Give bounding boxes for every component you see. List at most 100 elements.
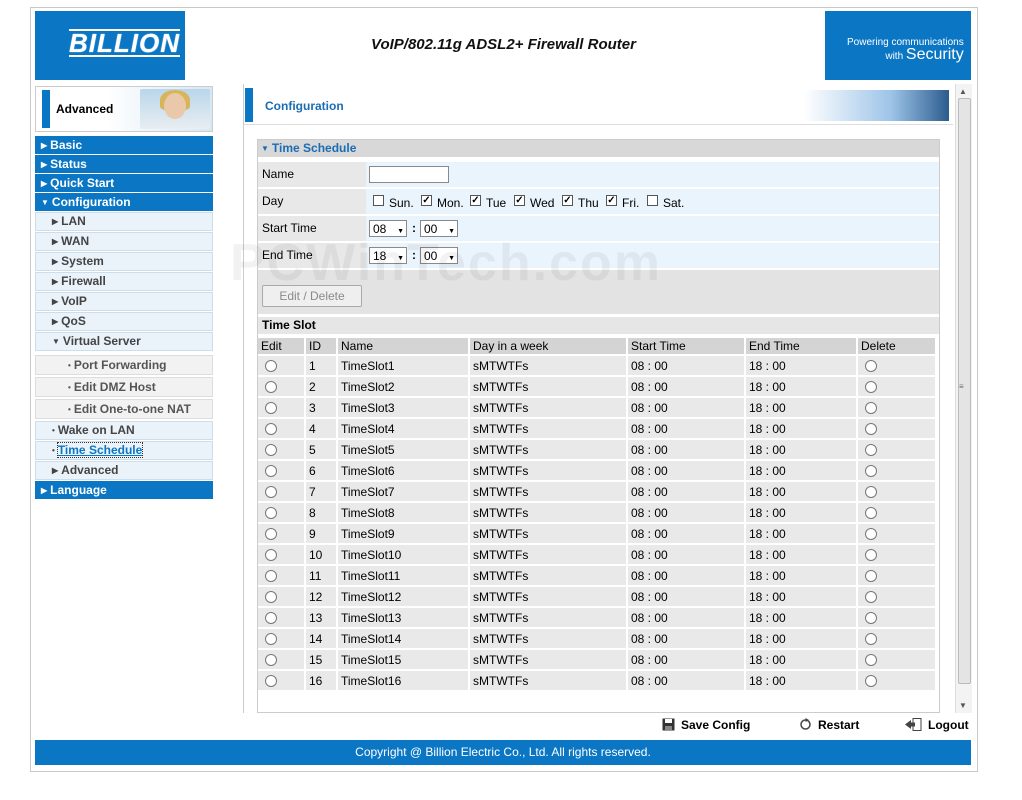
triangle-right-icon: ▶ bbox=[52, 237, 59, 246]
cell-start-time: 08 : 00 bbox=[628, 545, 744, 564]
delete-radio[interactable] bbox=[865, 633, 877, 646]
delete-radio[interactable] bbox=[865, 675, 877, 688]
cell-edit bbox=[258, 545, 304, 564]
edit-radio[interactable] bbox=[265, 591, 277, 604]
edit-radio[interactable] bbox=[265, 612, 277, 625]
scroll-down-icon[interactable]: ▼ bbox=[959, 701, 967, 710]
edit-radio[interactable] bbox=[265, 444, 277, 457]
edit-radio[interactable] bbox=[265, 675, 277, 688]
name-input[interactable] bbox=[369, 166, 449, 183]
cell-edit bbox=[258, 671, 304, 690]
edit-radio[interactable] bbox=[265, 360, 277, 373]
triangle-right-icon: ▶ bbox=[41, 486, 48, 495]
day-fri-label: Fri. bbox=[622, 196, 640, 210]
sidebar-item-firewall[interactable]: ▶ Firewall bbox=[35, 272, 213, 291]
cell-days: sMTWTFs bbox=[470, 524, 626, 543]
cell-edit bbox=[258, 629, 304, 648]
sidebar-item-time-schedule[interactable]: • Time Schedule bbox=[35, 441, 213, 460]
edit-radio[interactable] bbox=[265, 549, 277, 562]
cell-edit bbox=[258, 587, 304, 606]
scrollbar-thumb[interactable] bbox=[958, 98, 971, 684]
delete-radio[interactable] bbox=[865, 528, 877, 541]
vertical-scrollbar[interactable]: ▲ ≡ ▼ bbox=[955, 84, 972, 713]
restart-icon bbox=[800, 718, 811, 730]
start-minute-select[interactable]: 00 ▼ bbox=[420, 220, 458, 237]
cell-delete bbox=[858, 461, 935, 480]
cell-name: TimeSlot9 bbox=[338, 524, 468, 543]
sidebar-item-status[interactable]: ▶ Status bbox=[35, 155, 213, 173]
scroll-up-icon[interactable]: ▲ bbox=[959, 87, 967, 96]
edit-radio[interactable] bbox=[265, 528, 277, 541]
checkbox-sat[interactable] bbox=[647, 195, 658, 206]
delete-radio[interactable] bbox=[865, 612, 877, 625]
cell-delete bbox=[858, 545, 935, 564]
delete-radio[interactable] bbox=[865, 444, 877, 457]
cell-name: TimeSlot5 bbox=[338, 440, 468, 459]
edit-radio[interactable] bbox=[265, 402, 277, 415]
cell-delete bbox=[858, 356, 935, 375]
sidebar-item-language[interactable]: ▶ Language bbox=[35, 481, 213, 499]
restart-button[interactable]: Restart bbox=[799, 718, 859, 732]
end-hour-select[interactable]: 18 ▼ bbox=[369, 247, 407, 264]
cell-days: sMTWTFs bbox=[470, 545, 626, 564]
delete-radio[interactable] bbox=[865, 507, 877, 520]
checkbox-tue[interactable]: ✓ bbox=[470, 195, 481, 206]
time-schedule-link[interactable]: Time Schedule bbox=[56, 442, 144, 458]
cell-start-time: 08 : 00 bbox=[628, 608, 744, 627]
sidebar-item-basic[interactable]: ▶ Basic bbox=[35, 136, 213, 154]
sidebar: Advanced ▶ Basic ▶ Status ▶ Quick Start ▼ Co… bbox=[35, 86, 213, 499]
save-config-button[interactable]: Save Config bbox=[662, 718, 750, 732]
delete-radio[interactable] bbox=[865, 402, 877, 415]
cell-end-time: 18 : 00 bbox=[746, 608, 856, 627]
logout-door-icon bbox=[905, 718, 922, 731]
sidebar-item-port-forwarding[interactable]: • Port Forwarding bbox=[35, 355, 213, 375]
cell-days: sMTWTFs bbox=[470, 419, 626, 438]
delete-radio[interactable] bbox=[865, 423, 877, 436]
delete-radio[interactable] bbox=[865, 381, 877, 394]
table-row: 13 TimeSlot13 sMTWTFs 08 : 00 18 : 00 bbox=[258, 608, 935, 627]
sidebar-item-edit-one-to-one-nat[interactable]: • Edit One-to-one NAT bbox=[35, 399, 213, 419]
delete-radio[interactable] bbox=[865, 465, 877, 478]
start-hour-select[interactable]: 08 ▼ bbox=[369, 220, 407, 237]
edit-radio[interactable] bbox=[265, 381, 277, 394]
cell-delete bbox=[858, 629, 935, 648]
checkbox-wed[interactable]: ✓ bbox=[514, 195, 525, 206]
sidebar-item-wan[interactable]: ▶ WAN bbox=[35, 232, 213, 251]
sidebar-item-wake-on-lan[interactable]: • Wake on LAN bbox=[35, 421, 213, 440]
delete-radio[interactable] bbox=[865, 486, 877, 499]
edit-radio[interactable] bbox=[265, 486, 277, 499]
delete-radio[interactable] bbox=[865, 570, 877, 583]
delete-radio[interactable] bbox=[865, 549, 877, 562]
sidebar-item-lan[interactable]: ▶ LAN bbox=[35, 212, 213, 231]
configuration-header: Configuration bbox=[244, 84, 953, 125]
delete-radio[interactable] bbox=[865, 591, 877, 604]
edit-radio[interactable] bbox=[265, 570, 277, 583]
checkbox-mon[interactable]: ✓ bbox=[421, 195, 432, 206]
edit-radio[interactable] bbox=[265, 507, 277, 520]
triangle-right-icon: ▶ bbox=[41, 160, 48, 169]
sidebar-item-configuration[interactable]: ▼ Configuration bbox=[35, 193, 213, 211]
edit-delete-button[interactable]: Edit / Delete bbox=[262, 285, 362, 307]
cell-id: 1 bbox=[306, 356, 336, 375]
edit-radio[interactable] bbox=[265, 633, 277, 646]
sidebar-item-quick-start[interactable]: ▶ Quick Start bbox=[35, 174, 213, 192]
sidebar-item-virtual-server[interactable]: ▼ Virtual Server bbox=[35, 332, 213, 351]
cell-id: 14 bbox=[306, 629, 336, 648]
cell-start-time: 08 : 00 bbox=[628, 671, 744, 690]
logout-button[interactable]: Logout bbox=[905, 718, 969, 732]
checkbox-fri[interactable]: ✓ bbox=[606, 195, 617, 206]
delete-radio[interactable] bbox=[865, 360, 877, 373]
edit-radio[interactable] bbox=[265, 465, 277, 478]
sidebar-item-qos[interactable]: ▶ QoS bbox=[35, 312, 213, 331]
sidebar-item-voip[interactable]: ▶ VoIP bbox=[35, 292, 213, 311]
checkbox-sun[interactable] bbox=[373, 195, 384, 206]
edit-radio[interactable] bbox=[265, 423, 277, 436]
sidebar-item-edit-dmz-host[interactable]: • Edit DMZ Host bbox=[35, 377, 213, 397]
sidebar-item-system[interactable]: ▶ System bbox=[35, 252, 213, 271]
checkbox-thu[interactable]: ✓ bbox=[562, 195, 573, 206]
end-minute-select[interactable]: 00 ▼ bbox=[420, 247, 458, 264]
sidebar-item-advanced[interactable]: ▶ Advanced bbox=[35, 461, 213, 480]
edit-radio[interactable] bbox=[265, 654, 277, 667]
table-row: 11 TimeSlot11 sMTWTFs 08 : 00 18 : 00 bbox=[258, 566, 935, 585]
delete-radio[interactable] bbox=[865, 654, 877, 667]
